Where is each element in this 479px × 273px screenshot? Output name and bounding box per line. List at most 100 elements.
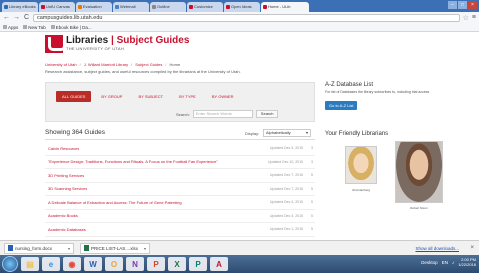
librarian-photo[interactable] — [345, 146, 377, 184]
publisher-icon[interactable]: P — [189, 257, 207, 271]
guide-title-link[interactable]: 3D Printing Services — [45, 173, 84, 178]
guide-title-link[interactable]: 3D Scanning Services — [45, 186, 87, 191]
bookmark-ebook[interactable]: Ebook Bike | Da... — [50, 24, 92, 30]
display-label: Display: — [245, 131, 260, 136]
librarian-name[interactable]: Jill Anderberg — [345, 188, 377, 192]
browser-tab[interactable]: Outline — [150, 2, 186, 12]
browser-tab[interactable]: Evaluation — [76, 2, 112, 12]
search-input[interactable]: Enter Search Words — [192, 110, 253, 118]
outlook-icon[interactable]: O — [105, 257, 123, 271]
display-select[interactable]: Alphabetically ▾ — [263, 129, 311, 137]
acrobat-icon[interactable]: A — [210, 257, 228, 271]
guide-updated: Updated Dec 10, 2015 — [267, 159, 303, 164]
clock[interactable]: 2:00 PM 1/22/2016 — [458, 257, 476, 267]
browser-tab[interactable]: Library eBooks — [2, 2, 38, 12]
powerpoint-icon[interactable]: P — [147, 257, 165, 271]
guide-list: Calvin Resources Updated Dec 3, 2015 3 "Exp… — [45, 142, 315, 237]
menu-icon[interactable]: ≡ — [472, 14, 476, 21]
desktop-toolbar[interactable]: Desktop — [421, 260, 438, 265]
breadcrumb-separator: / — [165, 62, 167, 67]
minimize-icon[interactable]: – — [448, 1, 457, 9]
guide-count-heading: Showing 364 Guides — [45, 129, 105, 136]
browser-toolbar: ← → C campusguides.lib.utah.edu ☆ ≡ — [0, 12, 479, 23]
maximize-icon[interactable]: □ — [458, 1, 467, 9]
guide-title-link[interactable]: Academic Books — [45, 213, 78, 218]
tab-by-subject[interactable]: BY SUBJECT — [132, 91, 169, 102]
web-page: Libraries | Subject Guides THE UNIVERSIT… — [0, 32, 479, 240]
bookmark-label: Ebook Bike | Da... — [55, 24, 92, 30]
breadcrumb-link[interactable]: University of Utah — [45, 62, 77, 67]
guide-updated: Updated Dec 7, 2015 — [269, 173, 303, 178]
guide-view-count: 5 — [311, 213, 313, 218]
site-title-main: Libraries — [66, 35, 109, 46]
guide-view-count: 5 — [311, 227, 313, 232]
explorer-icon[interactable]: ▤ — [21, 257, 39, 271]
volume-icon[interactable]: ♪ — [452, 260, 454, 265]
guide-title-link[interactable]: "Experience Design: Traditions, Function… — [45, 159, 218, 164]
bookmark-apps[interactable]: Apps — [3, 25, 18, 30]
guide-updated: Updated Dec 3, 2015 — [269, 146, 303, 151]
reload-icon[interactable]: C — [23, 14, 30, 21]
downloads-bar: nursing_form.docx ▾ PRICE LIST-LAS....xls… — [0, 240, 479, 255]
bookmark-new-tab[interactable]: New Tab — [23, 25, 46, 30]
chrome-icon[interactable]: ◉ — [63, 257, 81, 271]
guide-row: 3D Scanning Services Updated Dec 7, 2015 5 — [45, 183, 315, 196]
guide-row: Academic Databases Updated Dec 1, 2015 5 — [45, 223, 315, 237]
breadcrumb-current: Home — [169, 62, 181, 67]
chevron-down-icon[interactable]: ▾ — [68, 246, 70, 251]
browser-tab[interactable]: Home - ULib — [261, 2, 309, 12]
tab-label: Open Ideas — [231, 4, 252, 9]
browser-tab[interactable]: Webmail — [113, 2, 149, 12]
tab-all-guides[interactable]: ALL GUIDES — [56, 91, 92, 102]
university-u-logo[interactable] — [45, 35, 66, 53]
guide-title-link[interactable]: Academic Databases — [45, 227, 86, 232]
guide-title-link[interactable]: A Delicate Balance of Extraction and Acc… — [45, 200, 182, 205]
chevron-down-icon[interactable]: ▾ — [144, 246, 146, 251]
download-item[interactable]: PRICE LIST-LAS....xlsx ▾ — [80, 242, 150, 254]
clock-date: 1/22/2016 — [458, 262, 476, 267]
tab-by-type[interactable]: BY TYPE — [173, 91, 202, 102]
word-icon[interactable]: W — [84, 257, 102, 271]
onenote-icon[interactable]: N — [126, 257, 144, 271]
guide-row: "Experience Design: Traditions, Function… — [45, 156, 315, 169]
ie-icon[interactable]: e — [42, 257, 60, 271]
librarian-name[interactable]: Robert Nixon — [395, 206, 443, 210]
address-bar[interactable]: campusguides.lib.utah.edu — [33, 13, 460, 22]
language-indicator[interactable]: EN — [442, 260, 448, 265]
guide-updated: Updated Dec 7, 2015 — [269, 186, 303, 191]
close-icon[interactable]: × — [468, 1, 477, 9]
forward-icon[interactable]: → — [13, 14, 20, 21]
tab-by-owner[interactable]: BY OWNER — [206, 91, 240, 102]
guide-title-link[interactable]: Calvin Resources — [45, 146, 79, 151]
download-item[interactable]: nursing_form.docx ▾ — [4, 242, 74, 254]
breadcrumb-separator: / — [79, 62, 81, 67]
bookmarks-bar: Apps New Tab Ebook Bike | Da... — [0, 23, 479, 32]
tab-by-group[interactable]: BY GROUP — [95, 91, 128, 102]
browser-tab[interactable]: UofU Canvas — [39, 2, 75, 12]
windows-taskbar: ▤ e ◉ W O N P X P A Desktop EN ♪ 2:00 PM 1/22/2016 — [0, 255, 479, 273]
guide-row: 3D Printing Services Updated Dec 7, 2015 5 — [45, 169, 315, 183]
bookmark-star-icon[interactable]: ☆ — [463, 14, 469, 22]
start-button[interactable] — [2, 256, 18, 272]
tab-favicon-icon — [41, 5, 45, 9]
tab-label: Customize — [194, 4, 213, 9]
search-button[interactable]: Search — [255, 110, 279, 118]
back-icon[interactable]: ← — [3, 14, 10, 21]
breadcrumb-link[interactable]: Subject Guides — [135, 62, 162, 67]
filter-tabs: ALL GUIDES BY GROUP BY SUBJECT BY TYPE B… — [56, 91, 240, 102]
librarian-photo[interactable] — [395, 141, 443, 203]
tab-favicon-icon — [189, 5, 193, 9]
az-list-button[interactable]: Go to A-Z List — [325, 101, 358, 110]
tab-favicon-icon — [78, 5, 82, 9]
librarians-heading: Your Friendly Librarians — [325, 131, 389, 137]
tab-label: Outline — [157, 4, 170, 9]
browser-tab[interactable]: Open Ideas — [224, 2, 260, 12]
breadcrumb-link[interactable]: J. Willard Marriott Library — [84, 62, 128, 67]
az-description: For list of Databases the library subscr… — [325, 90, 430, 94]
close-icon[interactable]: × — [470, 245, 474, 251]
browser-tab[interactable]: Customize — [187, 2, 223, 12]
excel-icon[interactable]: X — [168, 257, 186, 271]
site-title: Libraries | Subject Guides — [66, 35, 189, 46]
show-all-downloads-link[interactable]: Show all downloads... — [415, 246, 459, 251]
tab-favicon-icon — [263, 5, 267, 9]
